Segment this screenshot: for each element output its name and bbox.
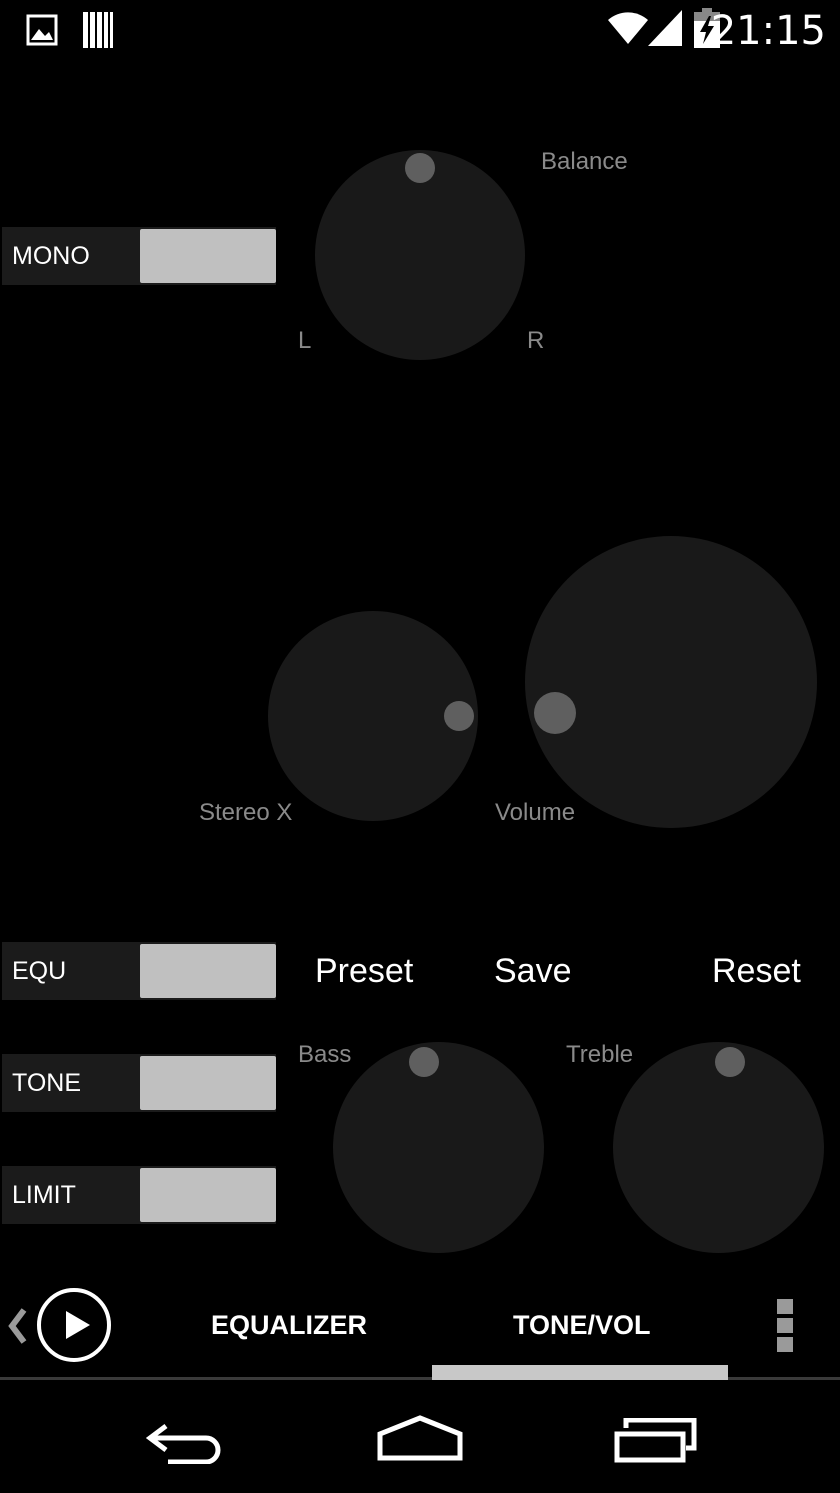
limit-toggle[interactable]: LIMIT bbox=[2, 1166, 276, 1224]
back-icon[interactable] bbox=[145, 1418, 228, 1469]
equ-toggle[interactable]: EQU bbox=[2, 942, 276, 1000]
treble-label: Treble bbox=[566, 1041, 634, 1068]
preset-button[interactable]: Preset bbox=[315, 952, 413, 991]
bass-knob[interactable] bbox=[333, 1042, 544, 1253]
tone-toggle[interactable]: TONE bbox=[2, 1054, 276, 1112]
volume-label: Volume bbox=[495, 799, 576, 826]
wifi-icon bbox=[606, 10, 650, 51]
mono-label: MONO bbox=[12, 242, 90, 270]
mono-toggle[interactable]: MONO bbox=[2, 227, 276, 285]
chevron-left-icon[interactable] bbox=[6, 1306, 28, 1351]
volume-indicator bbox=[534, 692, 576, 734]
reset-button[interactable]: Reset bbox=[712, 952, 801, 991]
tab-selected-indicator bbox=[432, 1365, 728, 1380]
tab-tone-vol[interactable]: TONE/VOL bbox=[513, 1310, 651, 1341]
treble-indicator bbox=[715, 1047, 745, 1077]
signal-icon bbox=[648, 10, 684, 51]
balance-indicator bbox=[405, 153, 435, 183]
barcode-icon bbox=[83, 12, 113, 53]
home-icon[interactable] bbox=[376, 1414, 464, 1467]
save-button[interactable]: Save bbox=[494, 952, 572, 991]
equ-switch[interactable] bbox=[140, 944, 276, 998]
bass-label: Bass bbox=[298, 1041, 352, 1068]
balance-right-label: R bbox=[527, 327, 545, 354]
recent-apps-icon[interactable] bbox=[614, 1417, 698, 1469]
mono-switch[interactable] bbox=[140, 229, 276, 283]
play-button[interactable] bbox=[36, 1287, 112, 1368]
limit-switch[interactable] bbox=[140, 1168, 276, 1222]
balance-label: Balance bbox=[541, 148, 628, 175]
equ-label: EQU bbox=[12, 957, 67, 985]
tab-equalizer[interactable]: EQUALIZER bbox=[211, 1310, 367, 1341]
play-icon bbox=[37, 1288, 111, 1362]
volume-knob[interactable] bbox=[525, 536, 817, 828]
stereo-x-label: Stereo X bbox=[199, 799, 293, 826]
balance-left-label: L bbox=[298, 327, 312, 354]
tone-label: TONE bbox=[12, 1069, 81, 1097]
stereo-x-indicator bbox=[444, 701, 474, 731]
tone-switch[interactable] bbox=[140, 1056, 276, 1110]
limit-label: LIMIT bbox=[12, 1181, 76, 1209]
overflow-menu-icon[interactable] bbox=[776, 1298, 794, 1359]
image-icon bbox=[26, 14, 58, 51]
treble-knob[interactable] bbox=[613, 1042, 824, 1253]
clock: 21:15 bbox=[710, 8, 826, 54]
bass-indicator bbox=[409, 1047, 439, 1077]
